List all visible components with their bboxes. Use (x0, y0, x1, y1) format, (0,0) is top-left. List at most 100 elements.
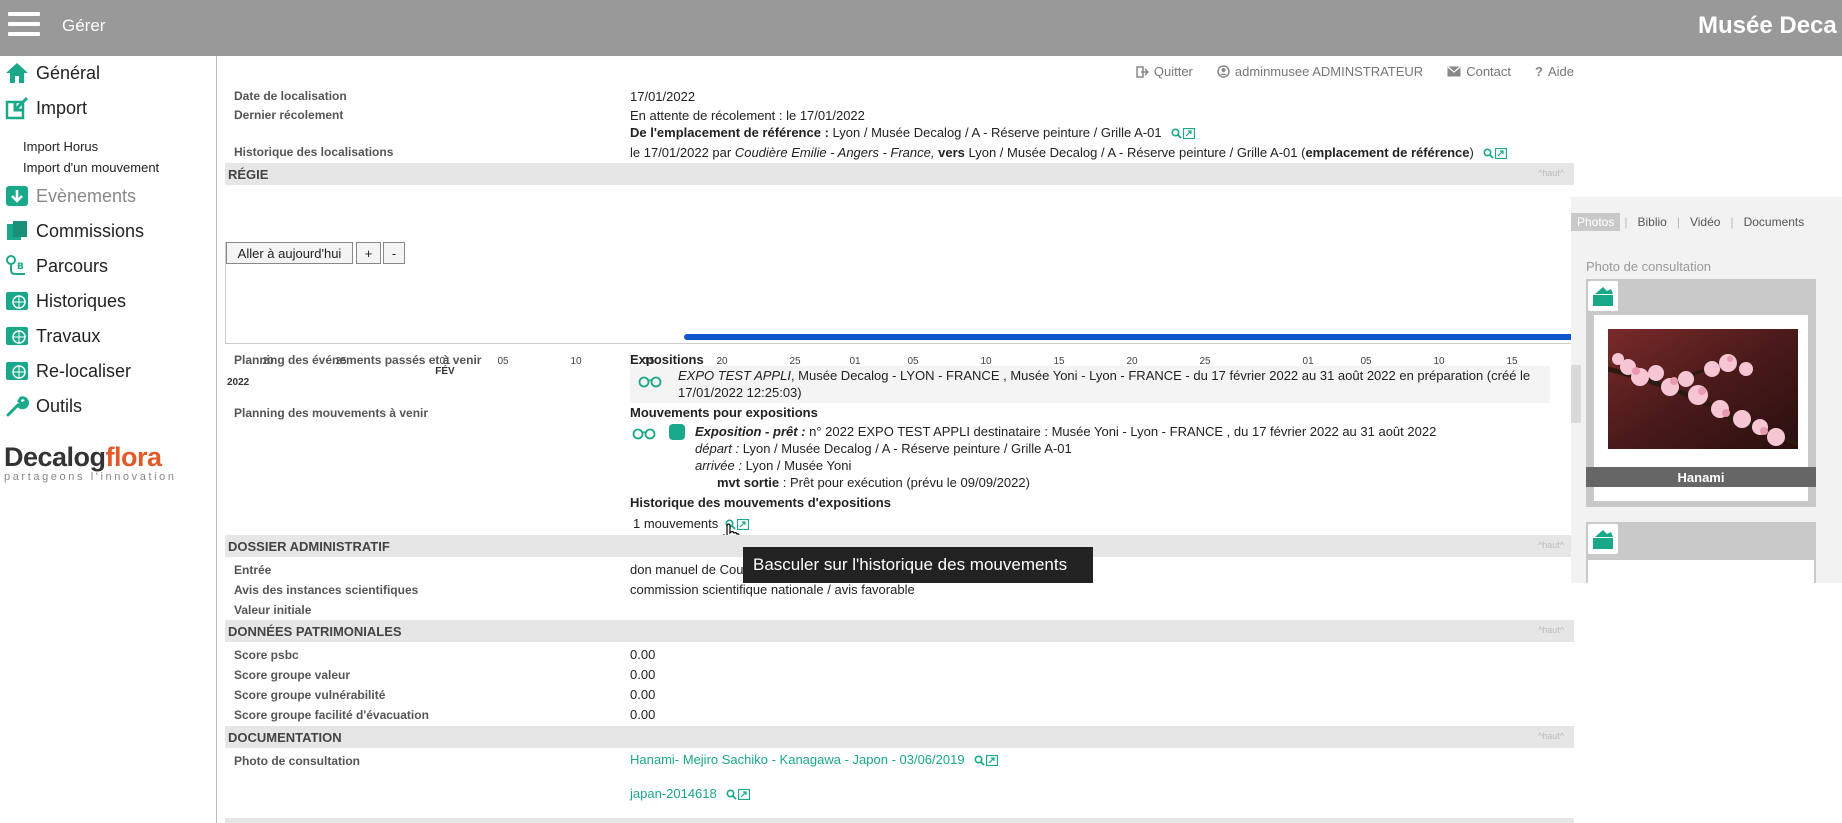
main-content: Quitter adminmusee ADMINSTRATEUR Contact… (218, 56, 1574, 823)
section-title: DOSSIER ADMINISTRATIF (228, 539, 390, 554)
quit-link[interactable]: Quitter (1136, 64, 1193, 79)
expo-name[interactable]: EXPO TEST APPLI (678, 368, 791, 383)
score-evacuation-value: 0.00 (630, 707, 656, 722)
media-panel: Photos | Biblio | Vidéo | Documents Phot… (1571, 197, 1842, 583)
top-links: Quitter adminmusee ADMINSTRATEUR Contact… (1136, 64, 1574, 79)
svg-text:B: B (17, 262, 24, 272)
valeur-initiale-label: Valeur initiale (234, 603, 312, 617)
haut-link[interactable]: ^haut^ (1538, 625, 1564, 635)
magnifier-icon (974, 755, 985, 766)
history-vers: vers (938, 145, 965, 160)
historique-localisations-label: Historique des localisations (234, 145, 394, 159)
sidebar-item-evenements[interactable]: Evènements (4, 183, 136, 209)
top-bar: Gérer Musée Deca (0, 0, 1842, 56)
history-close: ) (1469, 145, 1474, 160)
tab-video[interactable]: Vidéo (1684, 213, 1726, 231)
quit-label: Quitter (1153, 64, 1193, 79)
import-icon (4, 96, 30, 120)
add-photo-button[interactable] (1588, 524, 1618, 554)
sidebar-item-import[interactable]: Import (4, 95, 87, 121)
arrivee-label: arrivée : (695, 458, 742, 473)
open-window-icon (986, 755, 999, 767)
view-photo-1-button[interactable] (974, 755, 999, 767)
open-window-icon (1183, 128, 1196, 140)
user-link[interactable]: adminmusee ADMINSTRATEUR (1217, 64, 1423, 79)
photo-frame-empty (1588, 560, 1814, 583)
zoom-in-button[interactable]: + (356, 242, 381, 264)
emplacement-reference: De l'emplacement de référence : Lyon / M… (630, 125, 1196, 140)
add-photo-button[interactable] (1588, 281, 1618, 311)
planning-events-label: Planning des événements passés et à veni… (234, 353, 482, 367)
section-title: DOCUMENTATION (228, 730, 342, 745)
home-icon (4, 61, 30, 85)
historique-localisations-value: le 17/01/2022 par Coudière Emilie - Ange… (630, 145, 1508, 160)
haut-link[interactable]: ^haut^ (1538, 731, 1564, 741)
question-icon: ? (1535, 64, 1543, 79)
help-link[interactable]: ? Aide (1535, 64, 1574, 79)
menu-label[interactable]: Gérer (62, 16, 105, 36)
haut-link[interactable]: ^haut^ (1538, 168, 1564, 178)
sidebar-item-label: Outils (36, 395, 83, 416)
status-dot-icon (669, 424, 685, 440)
view-photo-2-button[interactable] (726, 789, 751, 801)
sidebar-item-relocaliser[interactable]: Re-localiser (4, 358, 131, 384)
cherry-blossom-photo[interactable] (1608, 329, 1798, 449)
score-valeur-label: Score groupe valeur (234, 668, 351, 682)
mvt-depart: départ : Lyon / Musée Decalog / A - Rése… (695, 441, 1072, 456)
sidebar-item-label: Import (36, 97, 88, 118)
sidebar-subitem-import-horus[interactable]: Import Horus (23, 139, 98, 154)
section-documentation: DOCUMENTATION ^haut^ (225, 726, 1574, 748)
sidebar-subitem-import-mouvement[interactable]: Import d'un mouvement (23, 160, 159, 175)
books-icon (4, 219, 30, 243)
sidebar-item-general[interactable]: Général (4, 60, 100, 86)
glasses-icon[interactable] (638, 376, 662, 388)
sidebar-item-historiques[interactable]: Historiques (4, 288, 126, 314)
avis-value: commission scientifique nationale / avis… (630, 582, 915, 597)
logo-part2: flora (105, 442, 163, 472)
mvt-type: Exposition - prêt : (695, 424, 806, 439)
planning-mvt-label: Planning des mouvements à venir (234, 406, 429, 420)
tab-photos[interactable]: Photos (1571, 213, 1621, 231)
timeline[interactable]: Aller à aujourd'hui + - (225, 242, 1574, 344)
sidebar-item-commissions[interactable]: Commissions (4, 218, 144, 244)
date-localisation-label: Date de localisation (234, 89, 347, 103)
sidebar-item-parcours[interactable]: B Parcours (4, 253, 108, 279)
section-title: DONNÉES PATRIMONIALES (228, 624, 402, 639)
view-history-button[interactable] (1483, 148, 1508, 160)
tab-documents[interactable]: Documents (1738, 213, 1811, 231)
entree-value: don manuel de Cou (630, 562, 744, 577)
hist-mvt-title: Historique des mouvements d'expositions (630, 495, 891, 510)
mvt-sortie-value: : Prêt pour exécution (prévu le 09/09/20… (782, 475, 1030, 490)
magnifier-icon (1483, 148, 1495, 159)
history-date: le 17/01/2022 par (630, 145, 732, 160)
tooltip: Basculer sur l'historique des mouvements (743, 547, 1093, 583)
panel-toggle-handle[interactable] (1571, 365, 1581, 423)
photo-link-2[interactable]: japan-2014618 (630, 786, 717, 801)
sidebar-item-label: Commissions (36, 220, 145, 241)
zoom-out-button[interactable]: - (383, 242, 405, 264)
view-location-button[interactable] (1171, 128, 1196, 140)
sidebar: Général Import Import Horus Import d'un … (0, 56, 217, 823)
hamburger-menu-icon[interactable] (8, 12, 40, 40)
photo-link-1[interactable]: Hanami- Mejiro Sachiko - Kanagawa - Japo… (630, 752, 965, 767)
contact-link[interactable]: Contact (1447, 64, 1511, 79)
depart-value: Lyon / Musée Decalog / A - Réserve peint… (742, 441, 1072, 456)
sidebar-item-travaux[interactable]: Travaux (4, 323, 100, 349)
haut-link[interactable]: ^haut^ (1538, 540, 1564, 550)
glasses-icon[interactable] (632, 428, 656, 440)
photo-consultation-title: Photo de consultation (1586, 259, 1712, 274)
magnifier-icon (726, 789, 738, 800)
score-vulnerabilite-value: 0.00 (630, 687, 656, 702)
today-button[interactable]: Aller à aujourd'hui (226, 242, 353, 264)
sidebar-item-outils[interactable]: Outils (4, 393, 82, 419)
sidebar-item-label: Evènements (36, 185, 137, 206)
download-box-icon (4, 184, 30, 208)
magnifier-icon (1171, 128, 1182, 139)
mvt-desc: n° 2022 EXPO TEST APPLI destinataire : M… (809, 424, 1437, 439)
add-box-icon (1593, 530, 1613, 549)
help-label: Aide (1547, 64, 1574, 79)
globe-window-icon (4, 359, 30, 383)
timeline-event-bar[interactable] (684, 334, 1574, 340)
score-evacuation-label: Score groupe facilité d'évacuation (234, 708, 429, 722)
tab-biblio[interactable]: Biblio (1631, 213, 1672, 231)
